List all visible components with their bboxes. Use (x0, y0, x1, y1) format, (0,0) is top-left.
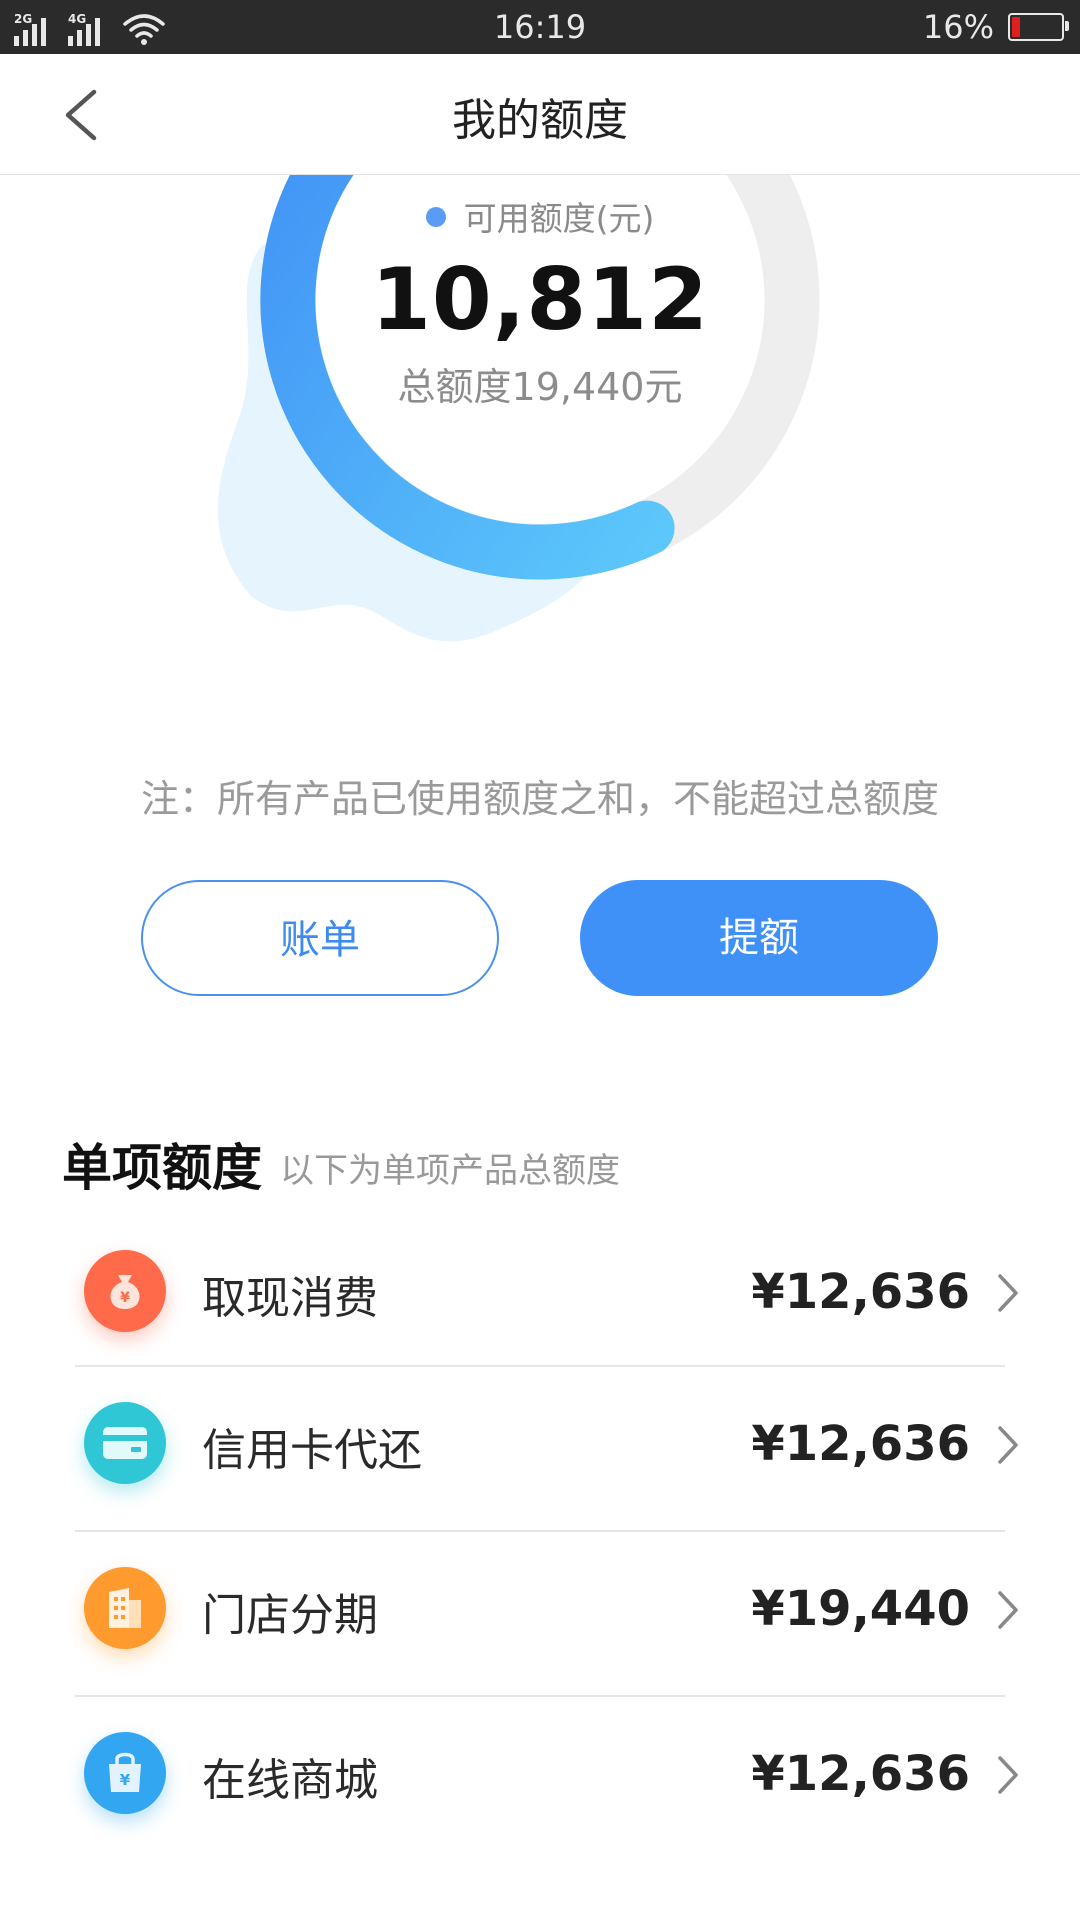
credit-card-icon (84, 1402, 166, 1484)
legend-dot-icon (425, 206, 446, 227)
available-label-text: 可用额度(元) (463, 199, 655, 238)
status-time: 16:19 (493, 8, 587, 46)
item-label: 在线商城 (202, 1755, 378, 1806)
item-amount: ¥12,636 (751, 1416, 970, 1472)
money-bag-icon: ¥ (84, 1250, 166, 1332)
battery-percent: 16% (922, 8, 994, 46)
bill-button[interactable]: 账单 (141, 880, 499, 996)
svg-text:¥: ¥ (120, 1771, 131, 1789)
item-amount: ¥19,440 (751, 1581, 970, 1637)
item-label: 信用卡代还 (202, 1425, 422, 1476)
svg-text:¥: ¥ (120, 1290, 130, 1306)
section-title: 单项额度 (62, 1139, 262, 1197)
item-amount: ¥12,636 (751, 1746, 970, 1802)
section-subtitle: 以下为单项产品总额度 (280, 1151, 620, 1191)
list-item-cash[interactable]: ¥ 取现消费 ¥12,636 (0, 1214, 1080, 1374)
item-label: 取现消费 (202, 1273, 378, 1324)
available-quota-label: 可用额度(元) (0, 192, 1080, 240)
status-bar: 2G 4G 16:19 16% (0, 0, 1080, 54)
list-item-store-installment[interactable]: 门店分期 ¥19,440 (0, 1531, 1080, 1691)
chevron-right-icon (998, 1756, 1018, 1794)
quota-note: 注：所有产品已使用额度之和，不能超过总额度 (140, 777, 939, 821)
nav-bar: 我的额度 (0, 54, 1080, 175)
list-item-online-mall[interactable]: ¥ 在线商城 ¥12,636 (0, 1696, 1080, 1856)
raise-quota-button[interactable]: 提额 (580, 880, 938, 996)
chevron-right-icon (998, 1274, 1018, 1312)
chevron-right-icon (998, 1591, 1018, 1629)
battery-status: 16% (922, 6, 1069, 48)
battery-icon (1008, 13, 1069, 41)
item-label: 门店分期 (202, 1590, 378, 1641)
item-amount: ¥12,636 (751, 1264, 970, 1320)
list-item-credit-card[interactable]: 信用卡代还 ¥12,636 (0, 1366, 1080, 1526)
page-title: 我的额度 (452, 95, 628, 146)
total-quota-label: 总额度19,440元 (397, 365, 683, 409)
shopping-bag-icon: ¥ (84, 1732, 166, 1814)
store-building-icon (84, 1567, 166, 1649)
available-quota-value: 10,812 (371, 250, 709, 350)
chevron-right-icon (998, 1426, 1018, 1464)
